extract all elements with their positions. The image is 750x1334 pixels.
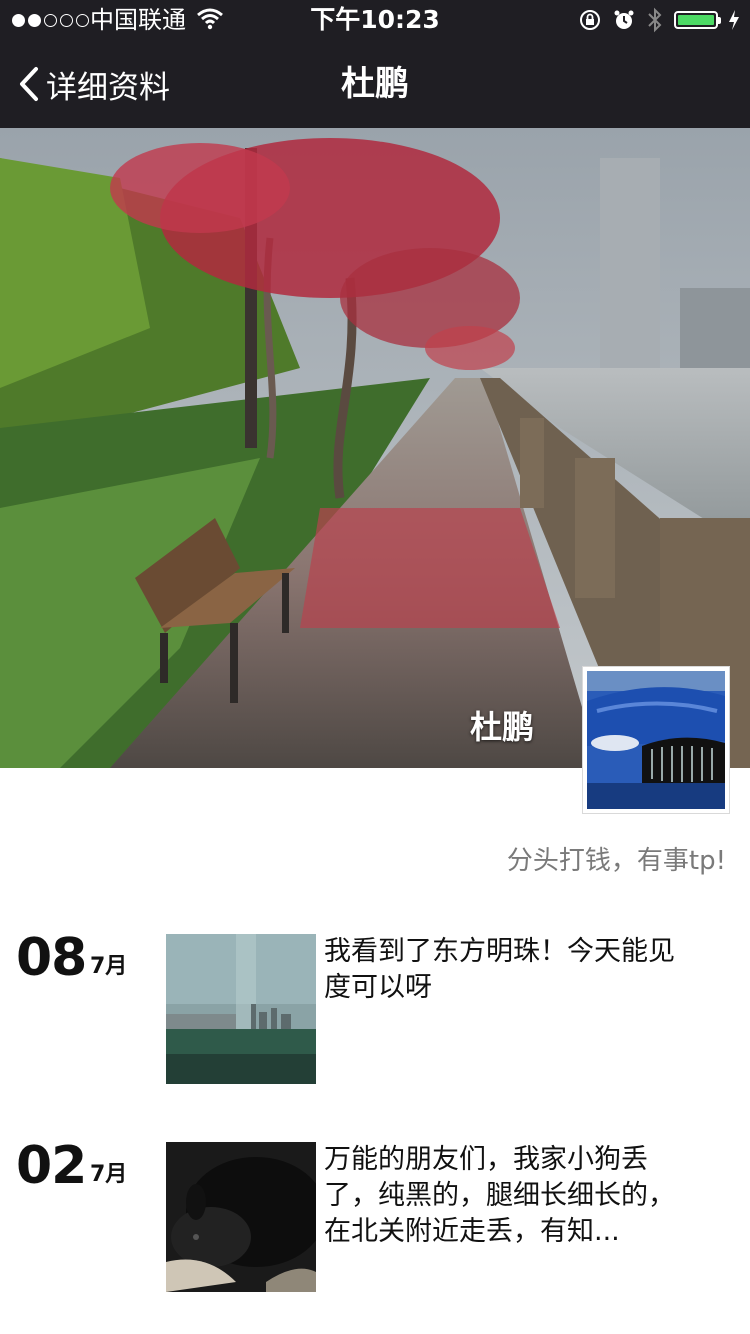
status-bar: 中国联通 下午10:23 bbox=[0, 0, 750, 40]
blue-car-avatar-image bbox=[587, 671, 725, 809]
post-month: 7月 bbox=[90, 954, 128, 979]
status-icons bbox=[578, 0, 740, 40]
post-text: 我看到了东方明珠！今天能见度可以呀 bbox=[324, 936, 675, 1003]
post-day: 08 bbox=[16, 928, 87, 988]
rotation-lock-icon bbox=[580, 10, 600, 30]
post-day: 02 bbox=[16, 1136, 87, 1196]
navigation-bar: 详细资料 杜鹏 bbox=[0, 40, 750, 128]
cover-display-name: 杜鹏 bbox=[470, 708, 535, 746]
post-thumbnail[interactable] bbox=[166, 934, 316, 1084]
avatar[interactable] bbox=[582, 666, 730, 814]
charging-bolt-icon bbox=[729, 10, 739, 30]
list-item[interactable]: 02 7月 万能的朋友们，我家小狗丢了，纯黑的，腿细长细长的，在北关附近走丢，有… bbox=[0, 1136, 750, 1294]
bluetooth-icon bbox=[648, 7, 662, 33]
post-month: 7月 bbox=[90, 1162, 128, 1187]
black-puppy-photo bbox=[166, 1142, 316, 1292]
top-bar: 中国联通 下午10:23 详细资料 杜鹏 bbox=[0, 0, 750, 128]
list-item[interactable]: 08 7月 我看到了东方明珠！今天能见度可以呀 bbox=[0, 928, 750, 1086]
signature-text: 分头打钱，有事tp! bbox=[506, 846, 726, 876]
page-title: 杜鹏 bbox=[341, 64, 409, 104]
post-thumbnail[interactable] bbox=[166, 1142, 316, 1292]
alarm-icon bbox=[614, 10, 634, 29]
post-text: 万能的朋友们，我家小狗丢了，纯黑的，腿细长细长的，在北关附近走丢，有知... bbox=[324, 1144, 675, 1247]
city-skyline-photo bbox=[166, 934, 316, 1084]
battery-icon bbox=[674, 11, 721, 29]
